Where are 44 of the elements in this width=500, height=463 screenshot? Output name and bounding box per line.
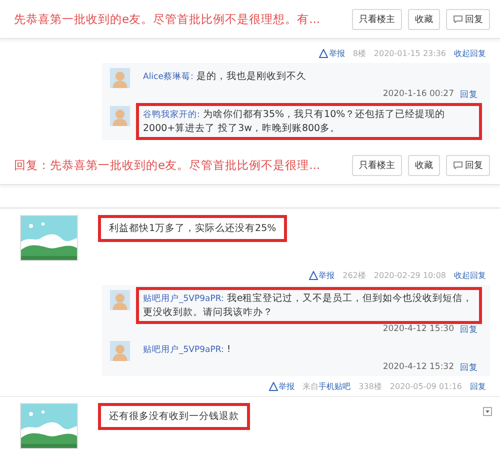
post-content: 还有很多没有收到一分钱退款 (98, 403, 250, 430)
source-link[interactable]: 手机贴吧 (318, 380, 351, 392)
warning-icon (308, 270, 318, 280)
floor-number: 262楼 (342, 270, 366, 280)
report-link[interactable]: 举报 (268, 380, 295, 392)
floor-number: 338楼 (358, 380, 382, 392)
reply-link[interactable]: 回复 (460, 89, 478, 101)
reply-text: 贴吧用户_5VP9aPR: ! (142, 343, 232, 357)
avatar-icon (110, 341, 130, 361)
avatar-icon (110, 106, 130, 126)
reply-time: 2020-4-12 15:30 (382, 324, 454, 336)
report-link[interactable]: 举报 (318, 48, 345, 58)
header-button[interactable]: 收藏 (408, 154, 440, 176)
reply-toggle-link[interactable]: 收起回复 (454, 48, 486, 58)
floor-number: 8楼 (352, 48, 366, 58)
header-button[interactable]: 只看楼主 (352, 154, 402, 176)
header-button[interactable]: 收藏 (408, 8, 440, 30)
source-label: 来自 (302, 380, 319, 392)
reply-toggle-link[interactable]: 收起回复 (454, 270, 486, 280)
warning-icon (268, 382, 278, 390)
post-time: 2020-05-09 01:16 (390, 382, 462, 390)
comment-icon (453, 15, 463, 23)
reply-link[interactable]: 回复 (460, 324, 478, 336)
post-content: 利益都快1万多了，实际么还没有25% (98, 215, 288, 242)
reply-link[interactable]: 回复 (460, 362, 478, 374)
warning-icon (318, 48, 328, 58)
report-link[interactable]: 举报 (308, 270, 335, 280)
thread-title: 先恭喜第一批收到的e友。尽管首批比例不是很理想。有... (14, 12, 320, 26)
reply-toggle-link[interactable]: 回复 (470, 380, 486, 392)
reply-time: 2020-4-12 15:32 (382, 362, 454, 374)
reply-button[interactable]: 回复 (446, 154, 490, 176)
thread-title: 回复：先恭喜第一批收到的e友。尽管首批比例不是很理... (14, 158, 320, 172)
avatar-icon (110, 290, 130, 310)
post-time: 2020-02-29 10:08 (374, 270, 446, 280)
reply-time: 2020-1-16 00:27 (382, 89, 454, 101)
dropdown-icon[interactable] (483, 407, 492, 416)
avatar-icon (110, 68, 130, 88)
post-time: 2020-01-15 23:36 (374, 48, 446, 58)
header-button[interactable]: 只看楼主 (352, 8, 402, 30)
comment-icon (453, 161, 463, 169)
reply-text: 谷鸭我家开的: 为啥你们都有35%，我只有10%？还包括了已经提现的2000+算进去了 投了3w，昨晚到账800多。 (136, 103, 482, 140)
reply-text: 贴吧用户_5VP9aPR: 我e租宝登记过，又不是员工，但到如今也没收到短信，更没收到款。请问我该咋办？ (136, 287, 482, 324)
reply-text: Alice蔡琳莓: 是的，我也是刚收到不久 (142, 70, 308, 84)
reply-button[interactable]: 回复 (446, 8, 490, 30)
